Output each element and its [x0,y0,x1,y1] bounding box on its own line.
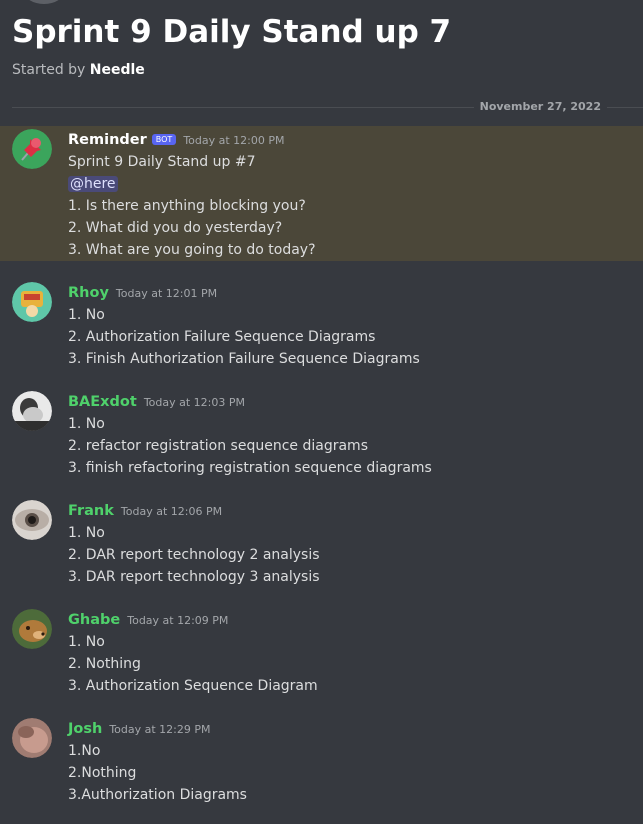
author-name[interactable]: Reminder [68,132,147,148]
message-line: Sprint 9 Daily Stand up #7 [68,154,256,170]
message-line: @here [68,173,316,195]
message-header: Frank Today at 12:06 PM [68,500,222,519]
thread-title: Sprint 9 Daily Stand up 7 [12,14,452,50]
message-content: 1.No 2.Nothing 3.Authorization Diagrams [68,740,247,806]
previous-avatar-stub [24,0,64,4]
message-content: 1. No 2. Nothing 3. Authorization Sequen… [68,631,318,697]
here-mention[interactable]: @here [68,176,118,192]
message-content: 1. No 2. refactor registration sequence … [68,413,432,479]
message-line: 3. What are you going to do today? [68,242,316,258]
started-by: Started by Needle [12,62,145,78]
josh-avatar-icon[interactable] [12,718,52,758]
bot-badge: BOT [151,134,177,145]
author-name[interactable]: Rhoy [68,285,109,301]
message-line: 2. DAR report technology 2 analysis [68,547,320,563]
pushpin-avatar-icon[interactable] [12,129,52,169]
message-header: Josh Today at 12:29 PM [68,718,211,737]
started-by-prefix: Started by [12,62,86,78]
author-name[interactable]: Frank [68,503,114,519]
message-header: BAExdot Today at 12:03 PM [68,391,245,410]
timestamp[interactable]: Today at 12:00 PM [183,134,284,147]
thread-starter-name[interactable]: Needle [90,62,145,78]
message-line: 2. What did you do yesterday? [68,220,283,236]
timestamp[interactable]: Today at 12:01 PM [116,287,217,300]
message-line: 2. Nothing [68,656,141,672]
message-line: 1. No [68,307,105,323]
message-line: 3. Authorization Sequence Diagram [68,678,318,694]
timestamp[interactable]: Today at 12:29 PM [109,723,210,736]
message-line: 2. refactor registration sequence diagra… [68,438,368,454]
ghabe-avatar-icon[interactable] [12,609,52,649]
timestamp[interactable]: Today at 12:06 PM [121,505,222,518]
date-divider-label: November 27, 2022 [473,100,607,113]
message-line: 1. Is there anything blocking you? [68,198,306,214]
message-content: Sprint 9 Daily Stand up #7 @here 1. Is t… [68,151,316,261]
message-header: Ghabe Today at 12:09 PM [68,609,228,628]
baexdot-avatar-icon[interactable] [12,391,52,431]
message-line: 3. DAR report technology 3 analysis [68,569,320,585]
message-line: 1.No [68,743,101,759]
author-name[interactable]: BAExdot [68,394,137,410]
message-content: 1. No 2. DAR report technology 2 analysi… [68,522,320,588]
author-name[interactable]: Josh [68,721,102,737]
rhoy-avatar-icon[interactable] [12,282,52,322]
message-line: 2.Nothing [68,765,137,781]
message-header: Rhoy Today at 12:01 PM [68,282,217,301]
message-line: 1. No [68,525,105,541]
message-line: 2. Authorization Failure Sequence Diagra… [68,329,376,345]
message-line: 3. Finish Authorization Failure Sequence… [68,351,420,367]
message-line: 3.Authorization Diagrams [68,787,247,803]
author-name[interactable]: Ghabe [68,612,120,628]
timestamp[interactable]: Today at 12:03 PM [144,396,245,409]
message-content: 1. No 2. Authorization Failure Sequence … [68,304,420,370]
message-line: 1. No [68,634,105,650]
frank-avatar-icon[interactable] [12,500,52,540]
timestamp[interactable]: Today at 12:09 PM [127,614,228,627]
message-line: 3. finish refactoring registration seque… [68,460,432,476]
message-line: 1. No [68,416,105,432]
message-header: Reminder BOT Today at 12:00 PM [68,129,285,148]
